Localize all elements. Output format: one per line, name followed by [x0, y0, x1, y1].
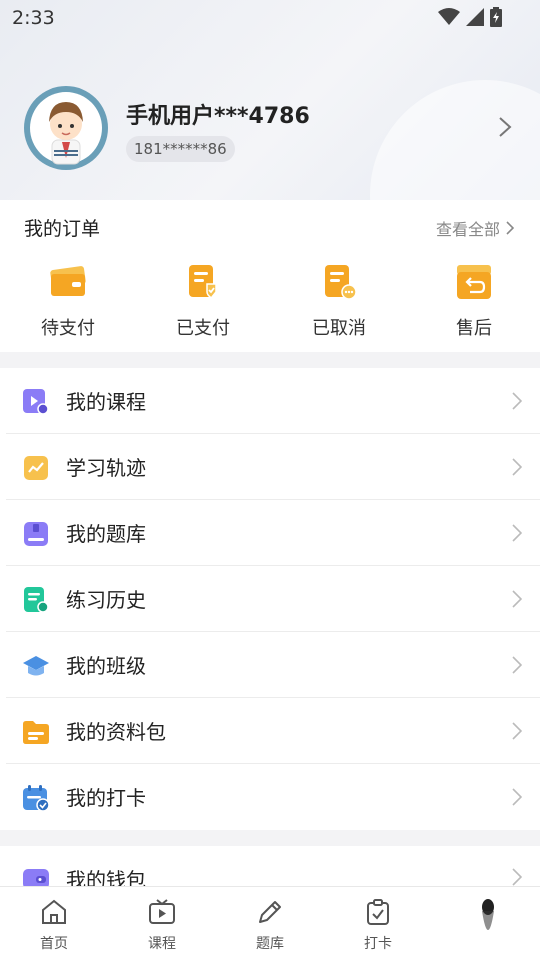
- username: 手机用户***4786: [126, 104, 310, 129]
- status-icons: [438, 7, 502, 27]
- menu-item-question-bank[interactable]: 我的题库: [6, 500, 540, 566]
- orders-section: 我的订单 查看全部 待支付 已支付 已取消 售后: [0, 200, 540, 352]
- status-bar: 2:33: [0, 0, 540, 36]
- order-item-label: 售后: [456, 318, 492, 339]
- tab-question-bank[interactable]: 题库: [216, 897, 324, 953]
- order-item-label: 待支付: [41, 318, 95, 339]
- chevron-right-icon: [512, 458, 522, 476]
- learning-track-icon: [24, 456, 48, 480]
- menu-item-label: 学习轨迹: [66, 456, 146, 480]
- order-item-label: 已取消: [312, 318, 366, 339]
- view-all-label: 查看全部: [435, 220, 500, 239]
- header-decoration: [370, 80, 540, 200]
- chevron-right-icon: [512, 524, 522, 542]
- pending-payment-icon: [50, 266, 86, 296]
- signal-icon: [466, 8, 484, 26]
- home-icon: [42, 899, 66, 924]
- chevron-right-icon: [512, 722, 522, 740]
- floating-dot-icon[interactable]: [478, 897, 498, 949]
- tab-label: 课程: [148, 936, 176, 952]
- tab-checkin[interactable]: 打卡: [324, 897, 432, 953]
- menu-item-label: 我的打卡: [66, 786, 146, 810]
- orders-title: 我的订单: [24, 218, 101, 240]
- profile-header: 2:33 手机用户***4786 181******86: [0, 0, 540, 200]
- chevron-right-icon: [512, 590, 522, 608]
- order-item-label: 已支付: [176, 318, 230, 339]
- materials-icon: [23, 721, 49, 744]
- checkin-tab-icon: [367, 899, 389, 925]
- status-time: 2:33: [12, 7, 55, 29]
- tab-label: 题库: [256, 936, 284, 952]
- phone-number: 181******86: [126, 136, 235, 162]
- checkin-icon: [23, 785, 50, 812]
- menu-item-learning-track[interactable]: 学习轨迹: [6, 434, 540, 500]
- course-icon: [23, 389, 49, 415]
- question-bank-tab-icon: [259, 901, 281, 923]
- battery-icon: [490, 7, 502, 27]
- menu-item-checkin[interactable]: 我的打卡: [6, 764, 540, 830]
- view-all-orders-link[interactable]: 查看全部: [436, 216, 514, 240]
- chevron-right-icon[interactable]: [498, 116, 512, 138]
- order-cancelled[interactable]: 已取消: [284, 262, 394, 340]
- chevron-right-icon: [512, 656, 522, 674]
- menu-item-label: 我的课程: [66, 390, 146, 414]
- tab-courses[interactable]: 课程: [108, 897, 216, 953]
- paid-icon: [189, 265, 217, 299]
- menu-item-practice-history[interactable]: 练习历史: [6, 566, 540, 632]
- avatar[interactable]: [24, 86, 108, 170]
- menu-item-label: 我的题库: [66, 522, 146, 546]
- menu-item-label: 我的班级: [66, 654, 146, 678]
- order-paid[interactable]: 已支付: [148, 262, 258, 340]
- bottom-tab-bar: 首页 课程 题库 打卡: [0, 886, 540, 960]
- menu-item-materials[interactable]: 我的资料包: [6, 698, 540, 764]
- after-sales-icon: [457, 265, 491, 299]
- chevron-right-icon: [512, 392, 522, 410]
- question-bank-icon: [24, 522, 48, 546]
- wifi-icon: [438, 8, 460, 25]
- chevron-right-icon: [506, 221, 514, 235]
- menu-item-label: 练习历史: [66, 588, 146, 612]
- menu-item-my-courses[interactable]: 我的课程: [6, 368, 540, 434]
- practice-history-icon: [24, 587, 49, 613]
- course-tab-icon: [149, 899, 175, 924]
- order-after-sales[interactable]: 售后: [419, 262, 529, 340]
- menu-item-my-class[interactable]: 我的班级: [6, 632, 540, 698]
- tab-label: 首页: [40, 936, 68, 952]
- tab-label: 打卡: [364, 936, 392, 952]
- order-pending-payment[interactable]: 待支付: [13, 262, 123, 340]
- chevron-right-icon: [512, 788, 522, 806]
- menu-list: 我的课程 学习轨迹 我的题库 练习历史 我的班级 我的资料包 我的打卡: [0, 368, 540, 830]
- chevron-right-icon: [512, 868, 522, 886]
- cancelled-icon: [325, 265, 357, 300]
- class-icon: [23, 656, 49, 676]
- menu-item-label: 我的资料包: [66, 720, 166, 744]
- tab-home[interactable]: 首页: [0, 897, 108, 953]
